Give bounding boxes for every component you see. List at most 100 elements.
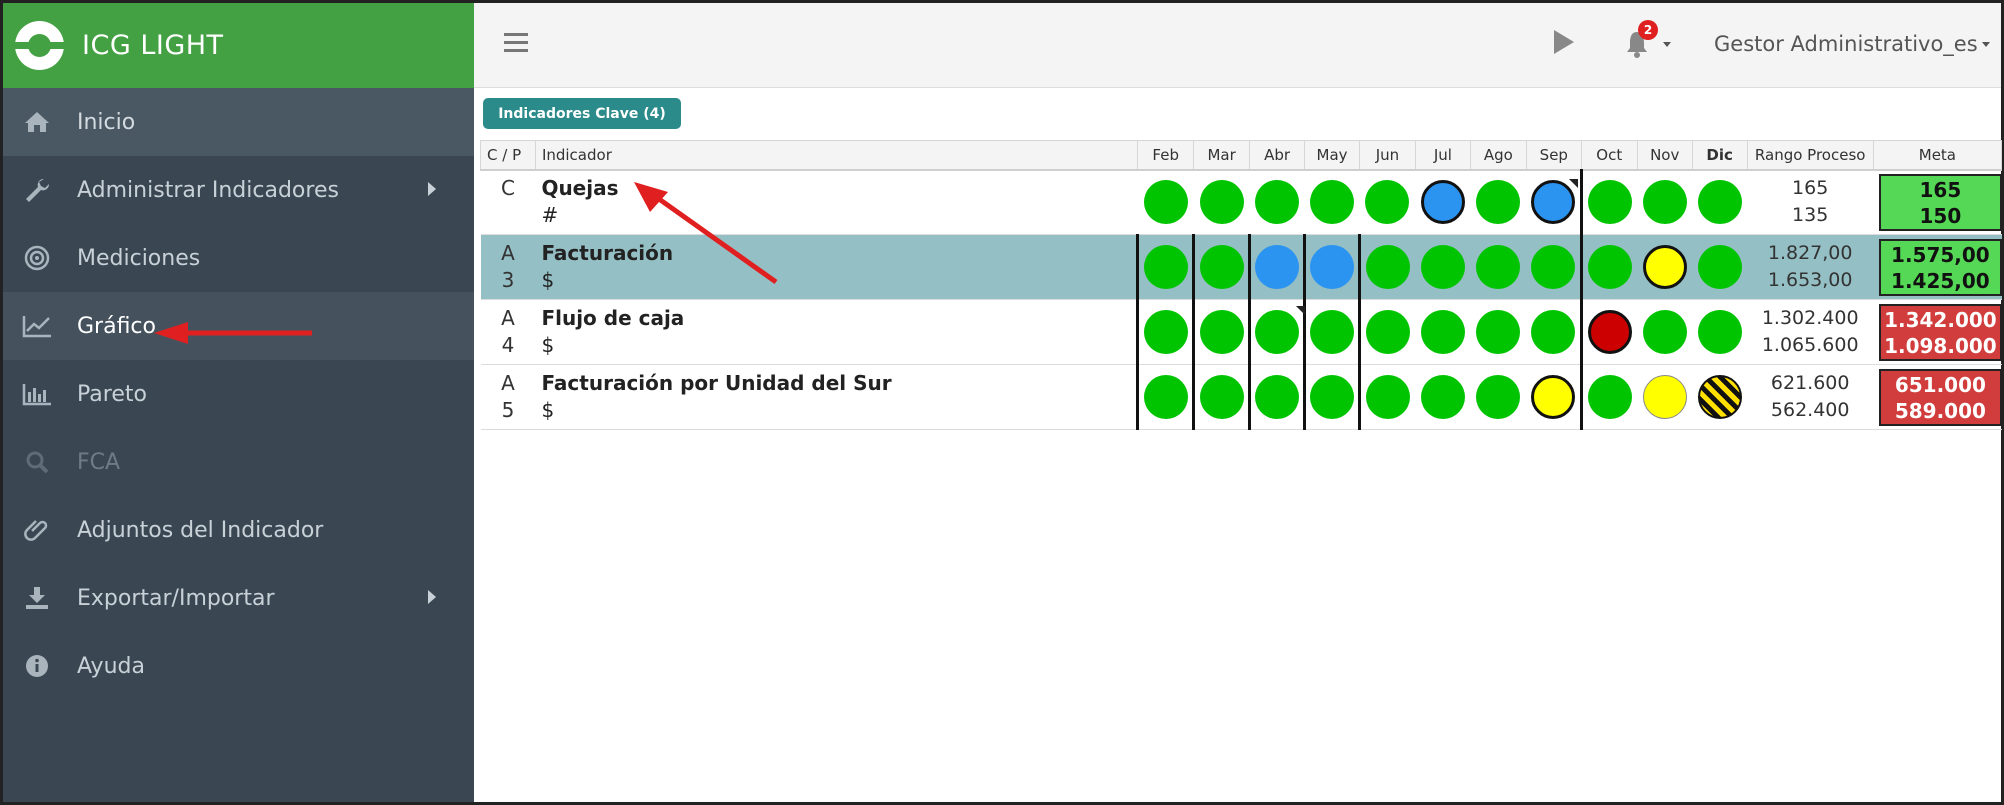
month-status-cell[interactable]	[1579, 234, 1638, 300]
month-status-cell[interactable]	[1470, 234, 1527, 300]
month-status-cell[interactable]	[1249, 169, 1305, 235]
month-status-cell[interactable]	[1136, 234, 1194, 300]
month-status-cell[interactable]	[1358, 364, 1416, 430]
month-status-cell[interactable]	[1136, 299, 1194, 365]
col-month[interactable]: Feb	[1137, 140, 1195, 171]
status-green-icon	[1697, 245, 1742, 289]
meta-cell: 1.575,00 1.425,00	[1873, 234, 2002, 300]
month-status-cell[interactable]	[1192, 299, 1250, 365]
month-status-cell[interactable]	[1579, 299, 1638, 365]
month-status-cell[interactable]	[1637, 364, 1693, 430]
col-month[interactable]: Jun	[1359, 140, 1416, 171]
month-status-cell[interactable]	[1526, 169, 1582, 235]
month-status-cell[interactable]	[1248, 299, 1306, 365]
month-status-cell[interactable]	[1192, 234, 1250, 300]
month-status-cell[interactable]	[1526, 364, 1582, 430]
col-month[interactable]: Jul	[1414, 140, 1471, 171]
indicator-cell[interactable]: Flujo de caja $	[535, 299, 1138, 365]
col-month[interactable]: Mar	[1193, 140, 1251, 171]
month-status-cell[interactable]	[1358, 234, 1416, 300]
status-green-icon	[1697, 180, 1742, 225]
chevron-down-icon[interactable]	[1982, 42, 1990, 47]
month-status-cell[interactable]	[1637, 234, 1693, 300]
cp-cell: C	[480, 169, 536, 235]
rango-lo: 1.653,00	[1767, 269, 1853, 291]
col-month[interactable]: Sep	[1525, 140, 1582, 171]
month-status-cell[interactable]	[1692, 364, 1748, 430]
user-menu[interactable]: Gestor Administrativo_es	[1714, 32, 1978, 56]
sidebar: ICG LIGHT Inicio Administrar Indicadores…	[3, 3, 474, 802]
indicator-cell[interactable]: Quejas #	[535, 169, 1138, 235]
month-status-cell[interactable]	[1692, 169, 1748, 235]
month-status-cell[interactable]	[1137, 169, 1194, 235]
col-cp[interactable]: C / P	[480, 140, 536, 171]
chevron-down-icon[interactable]	[1663, 42, 1671, 47]
sidebar-item-grafico[interactable]: Gráfico	[3, 292, 474, 360]
sidebar-item-ayuda[interactable]: Ayuda	[3, 632, 474, 700]
play-icon[interactable]	[1554, 30, 1574, 54]
cp-type: C	[500, 176, 515, 201]
table-row[interactable]: C Quejas #165 135 165 150	[480, 169, 2002, 235]
month-status-cell[interactable]	[1526, 234, 1582, 300]
meta-lo: 1.098.000	[1884, 333, 1997, 358]
status-blue-ring-icon	[1420, 180, 1465, 225]
month-status-cell[interactable]	[1579, 364, 1638, 430]
col-month[interactable]: Dic	[1691, 140, 1748, 171]
status-yellow-icon	[1642, 375, 1687, 419]
month-status-cell[interactable]	[1526, 299, 1582, 365]
month-status-cell[interactable]	[1192, 364, 1250, 430]
month-status-cell[interactable]	[1359, 169, 1416, 235]
menu-toggle-icon[interactable]	[504, 33, 528, 57]
month-status-cell[interactable]	[1415, 299, 1471, 365]
month-status-cell[interactable]	[1415, 364, 1471, 430]
month-status-cell[interactable]	[1579, 169, 1638, 235]
status-green-icon	[1255, 375, 1300, 419]
indicator-cell[interactable]: Facturación por Unidad del Sur $	[535, 364, 1138, 430]
sidebar-item-pareto[interactable]: Pareto	[3, 360, 474, 428]
sidebar-item-inicio[interactable]: Inicio	[3, 88, 474, 156]
month-status-cell[interactable]	[1303, 299, 1360, 365]
month-status-cell[interactable]	[1303, 234, 1360, 300]
month-status-cell[interactable]	[1470, 364, 1527, 430]
month-status-cell[interactable]	[1248, 234, 1305, 300]
col-indicador[interactable]: Indicador	[534, 140, 1139, 171]
chevron-right-icon	[428, 590, 436, 604]
cp-number: 3	[501, 268, 515, 292]
col-month[interactable]: Abr	[1249, 140, 1306, 171]
col-month[interactable]: May	[1304, 140, 1360, 171]
month-status-cell[interactable]	[1692, 299, 1748, 365]
month-status-cell[interactable]	[1304, 169, 1360, 235]
paperclip-icon	[21, 517, 53, 543]
sidebar-item-adjuntos[interactable]: Adjuntos del Indicador	[3, 496, 474, 564]
month-status-cell[interactable]	[1637, 299, 1693, 365]
comment-flag-icon	[1569, 179, 1579, 189]
sidebar-item-administrar-indicadores[interactable]: Administrar Indicadores	[3, 156, 474, 224]
month-status-cell[interactable]	[1136, 364, 1194, 430]
tab-indicadores-clave[interactable]: Indicadores Clave (4)	[483, 98, 681, 129]
col-meta[interactable]: Meta	[1872, 140, 2003, 171]
col-month[interactable]: Oct	[1580, 140, 1638, 171]
status-green-icon	[1199, 180, 1244, 225]
meta-badge: 165 150	[1879, 173, 2002, 231]
month-status-cell[interactable]	[1470, 169, 1527, 235]
table-row[interactable]: A 3 Facturación $1.827,00 1.653,00 1.575,00 1.…	[480, 234, 2002, 300]
month-status-cell[interactable]	[1637, 169, 1693, 235]
status-green-icon	[1588, 375, 1632, 419]
indicator-cell[interactable]: Facturación $	[535, 234, 1138, 300]
month-status-cell[interactable]	[1470, 299, 1527, 365]
month-status-cell[interactable]	[1248, 364, 1305, 430]
table-row[interactable]: A 5 Facturación por Unidad del Sur $621.600…	[480, 364, 2002, 430]
sidebar-item-mediciones[interactable]: Mediciones	[3, 224, 474, 292]
month-status-cell[interactable]	[1415, 234, 1471, 300]
month-status-cell[interactable]	[1303, 364, 1360, 430]
month-status-cell[interactable]	[1193, 169, 1250, 235]
month-status-cell[interactable]	[1692, 234, 1748, 300]
sidebar-item-exportar-importar[interactable]: Exportar/Importar	[3, 564, 474, 632]
sidebar-item-fca[interactable]: FCA	[3, 428, 474, 496]
col-rango[interactable]: Rango Proceso	[1746, 140, 1874, 171]
table-row[interactable]: A 4 Flujo de caja $1.302.400 1.065.600 1.342.…	[480, 299, 2002, 365]
month-status-cell[interactable]	[1358, 299, 1416, 365]
col-month[interactable]: Nov	[1636, 140, 1693, 171]
col-month[interactable]: Ago	[1469, 140, 1527, 171]
month-status-cell[interactable]	[1415, 169, 1471, 235]
